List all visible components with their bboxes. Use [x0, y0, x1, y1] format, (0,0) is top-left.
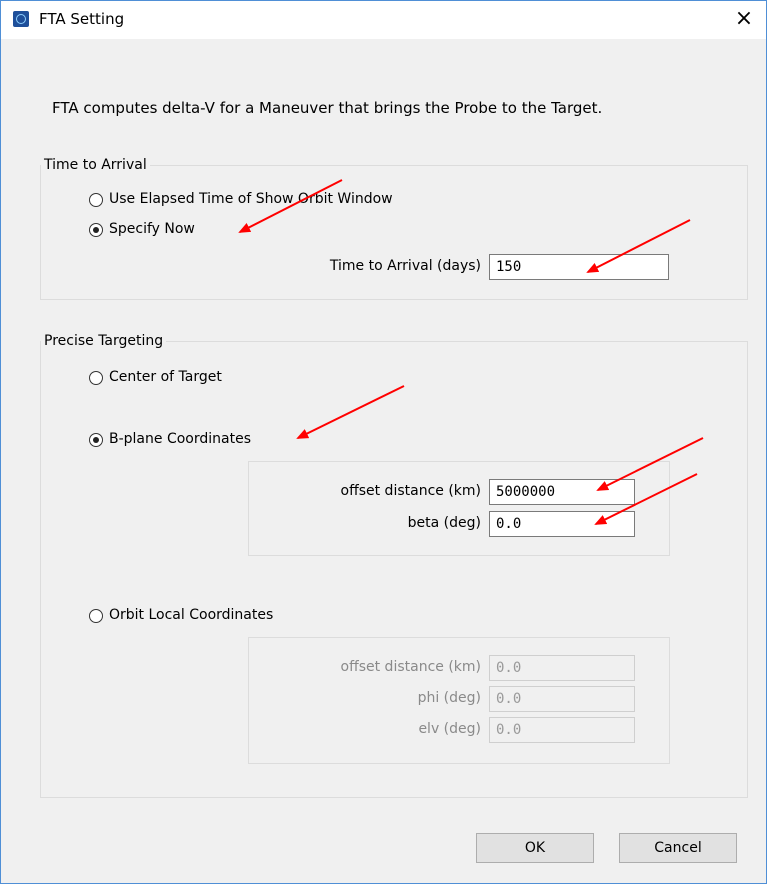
- arrow-specify-now: [238, 179, 343, 233]
- annotation-arrows: [238, 179, 704, 525]
- arrow-offset-distance: [596, 437, 704, 491]
- arrow-beta: [594, 473, 698, 525]
- arrow-bplane-coordinates: [296, 385, 405, 439]
- arrow-time-to-arrival-field: [586, 219, 691, 273]
